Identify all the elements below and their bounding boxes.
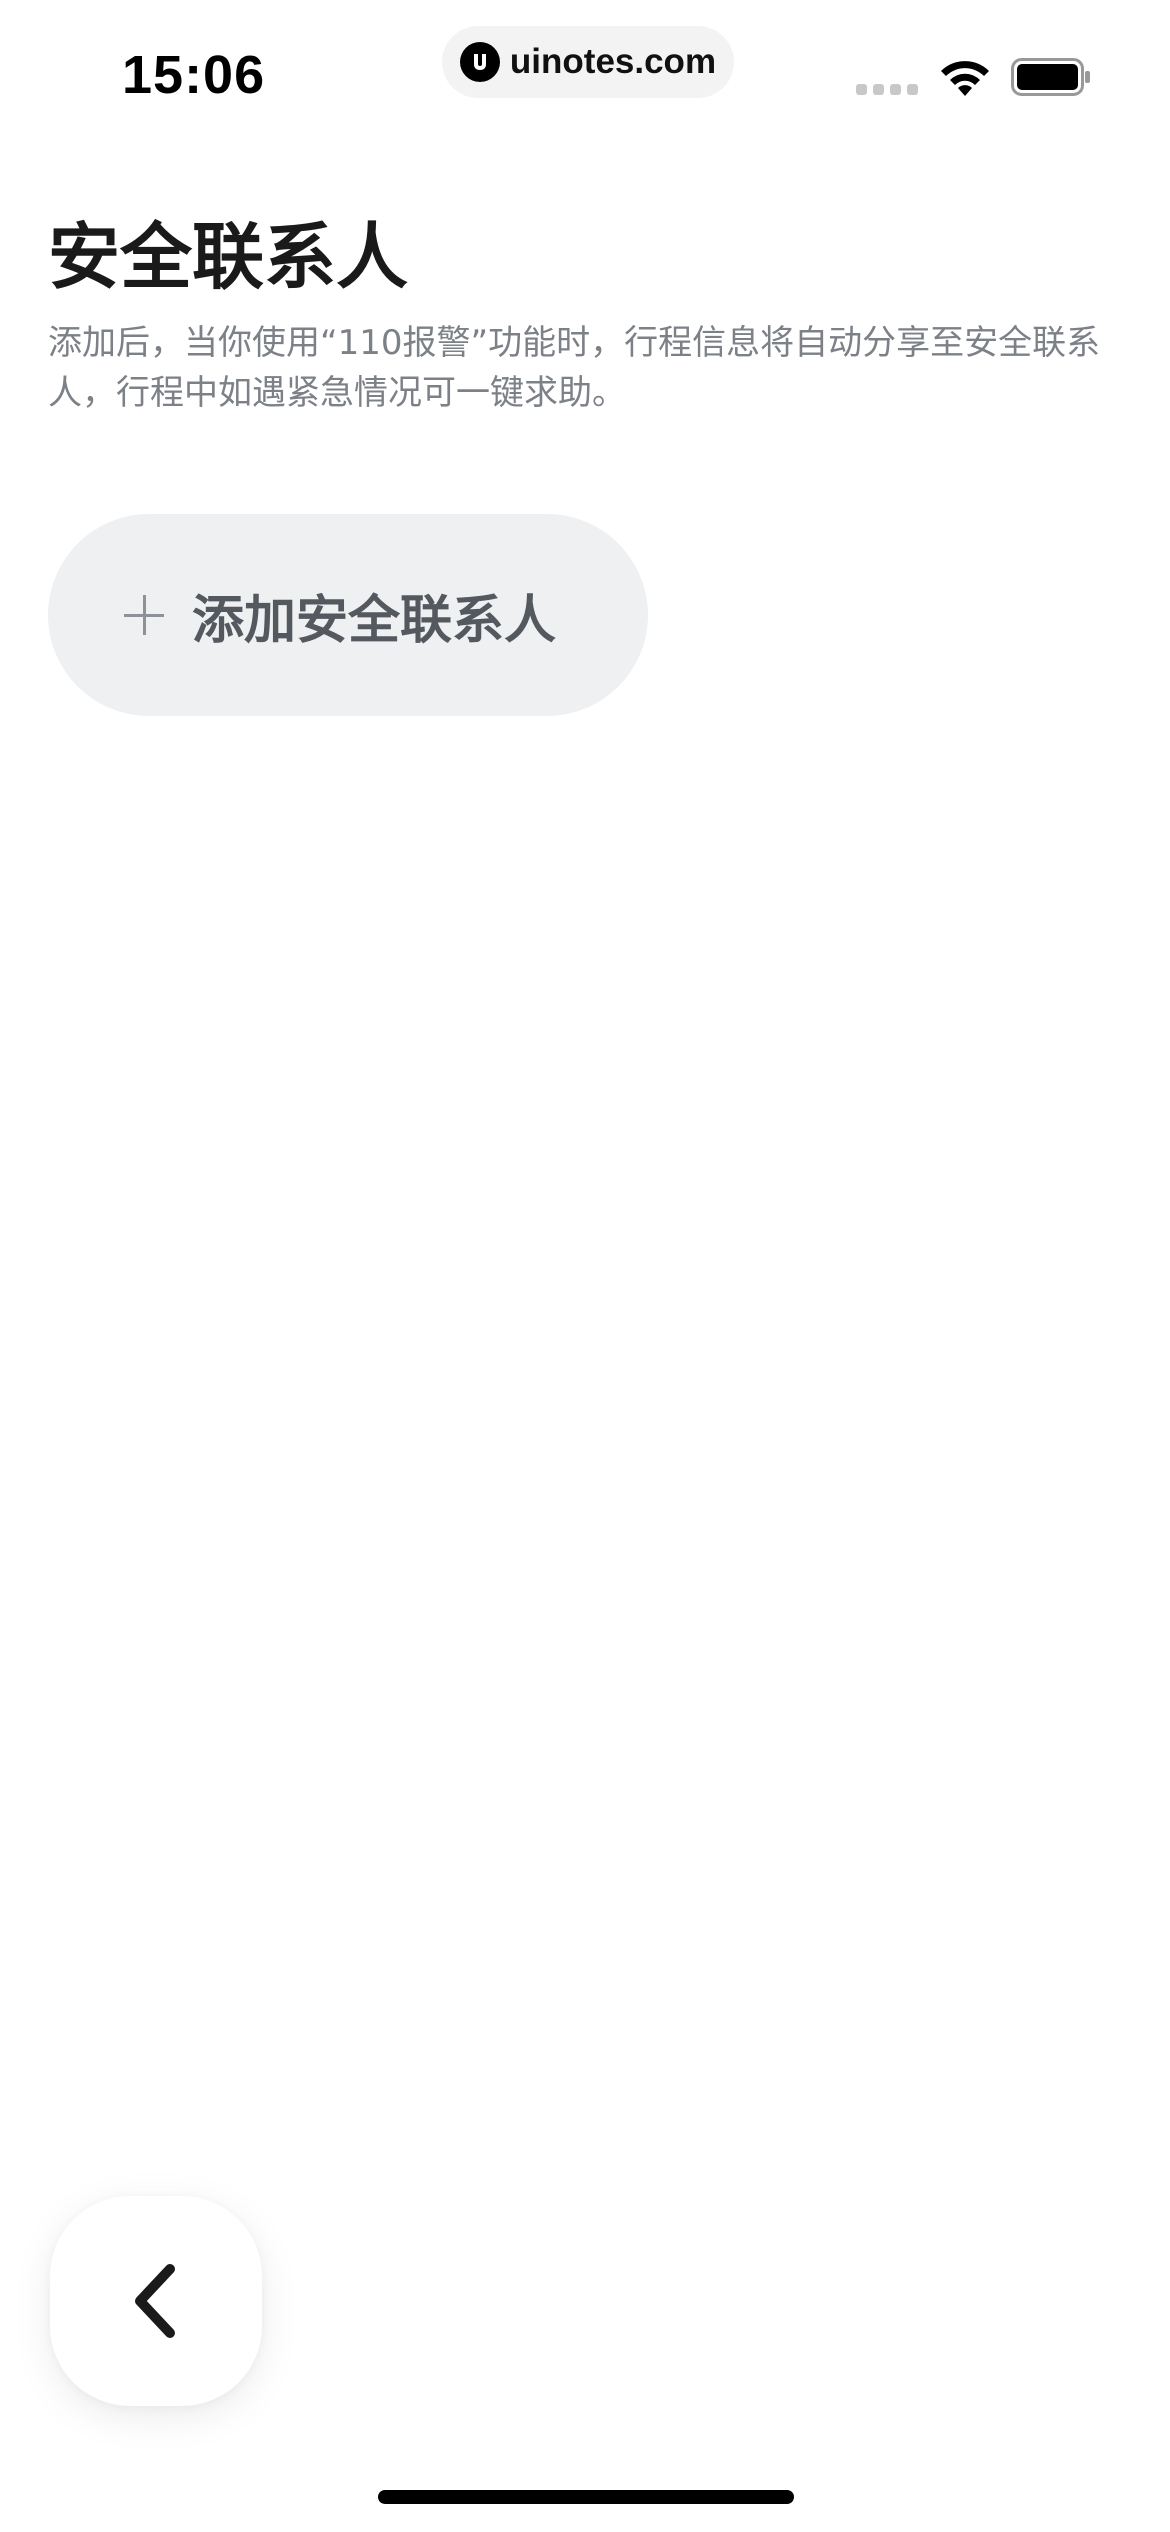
status-time: 15:06: [122, 45, 266, 105]
safety-contacts-page: 15:06 uinotes.com 安全联系人 添加后，当你使用“110报警”功…: [0, 0, 1170, 2532]
site-logo-icon: [459, 42, 500, 82]
url-pill[interactable]: uinotes.com: [442, 26, 734, 98]
chevron-left-icon: [135, 2264, 175, 2338]
home-indicator[interactable]: [378, 2490, 794, 2504]
plus-icon: [124, 595, 164, 635]
signal-icon: [856, 84, 918, 95]
add-safety-contact-button[interactable]: 添加安全联系人: [48, 514, 648, 716]
add-button-label: 添加安全联系人: [192, 590, 557, 651]
back-button[interactable]: [50, 2196, 262, 2406]
battery-icon: [1011, 58, 1090, 96]
page-title: 安全联系人: [48, 215, 409, 299]
wifi-icon: [941, 61, 989, 96]
url-text: uinotes.com: [509, 42, 717, 81]
page-description: 添加后，当你使用“110报警”功能时，行程信息将自动分享至安全联系人，行程中如遇…: [48, 323, 1101, 413]
status-bar: 15:06 uinotes.com: [0, 0, 1170, 150]
